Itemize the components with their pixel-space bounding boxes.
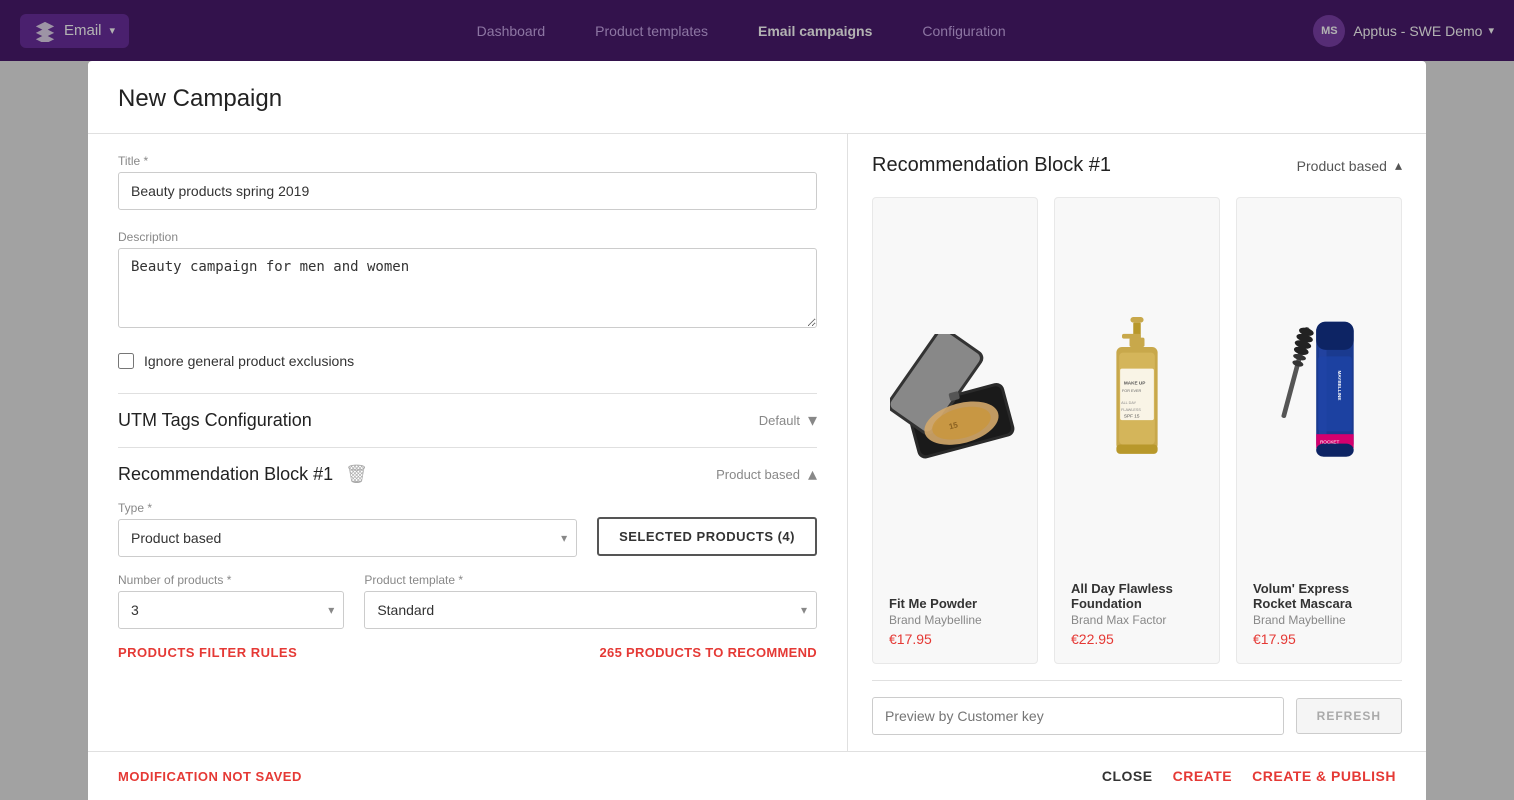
modal-footer: MODIFICATION NOT SAVED CLOSE CREATE CREA… <box>88 751 1426 800</box>
powder-image: 15 <box>890 334 1020 464</box>
modal-title: New Campaign <box>118 85 1396 113</box>
utm-chevron-icon: ▾ <box>808 410 817 431</box>
utm-badge-row: Default ▾ <box>759 410 817 431</box>
create-button[interactable]: CREATE <box>1173 768 1233 784</box>
type-label: Type * <box>118 501 577 515</box>
product-name-3: Volum' Express Rocket Mascara <box>1253 581 1385 611</box>
rec-block-chevron-icon: ▴ <box>808 464 817 485</box>
type-col: Type * Product based ▾ <box>118 501 577 557</box>
description-label: Description <box>118 230 817 244</box>
left-panel: Title * Description Ignore general produ… <box>88 134 848 751</box>
product-card-3: MAYBELLINE ROCKET Volum' Express Rocket … <box>1236 197 1402 664</box>
checkbox-label: Ignore general product exclusions <box>144 353 354 369</box>
preview-customer-key-input[interactable] <box>872 697 1284 735</box>
selected-products-col: SELECTED PRODUCTS (4) <box>597 517 817 557</box>
selected-products-button[interactable]: SELECTED PRODUCTS (4) <box>597 517 817 556</box>
product-image-area-2: MAKE UP FOR EVER ALL DAY FLAWLESS SPF 15 <box>1071 214 1203 569</box>
preview-row: REFRESH <box>872 680 1402 751</box>
product-price-3: €17.95 <box>1253 631 1385 647</box>
num-products-label: Number of products * <box>118 573 344 587</box>
foundation-image: MAKE UP FOR EVER ALL DAY FLAWLESS SPF 15 <box>1097 317 1177 467</box>
product-brand-3: Brand Maybelline <box>1253 613 1385 627</box>
right-panel-chevron-icon: ▴ <box>1395 157 1402 174</box>
product-card-2: MAKE UP FOR EVER ALL DAY FLAWLESS SPF 15… <box>1054 197 1220 664</box>
svg-text:ALL DAY: ALL DAY <box>1121 401 1137 405</box>
right-badge-row: Product based ▴ <box>1297 157 1402 174</box>
product-image-area-3: MAYBELLINE ROCKET <box>1253 214 1385 569</box>
svg-text:FOR EVER: FOR EVER <box>1122 389 1141 393</box>
description-field-group: Description <box>118 230 817 333</box>
refresh-button[interactable]: REFRESH <box>1296 698 1402 734</box>
product-template-select-wrapper: Standard ▾ <box>364 591 817 629</box>
product-price-1: €17.95 <box>889 631 1021 647</box>
product-template-label: Product template * <box>364 573 817 587</box>
modal-header: New Campaign <box>88 61 1426 134</box>
utm-section-title: UTM Tags Configuration <box>118 410 312 431</box>
title-field-group: Title * <box>118 154 817 210</box>
type-select[interactable]: Product based <box>118 519 577 557</box>
title-input[interactable] <box>118 172 817 210</box>
modal-body: Title * Description Ignore general produ… <box>88 134 1426 751</box>
create-publish-button[interactable]: CREATE & PUBLISH <box>1252 768 1396 784</box>
right-title: Recommendation Block #1 <box>872 154 1111 177</box>
svg-text:FLAWLESS: FLAWLESS <box>1121 407 1141 411</box>
product-brand-1: Brand Maybelline <box>889 613 1021 627</box>
products-template-row: Number of products * 3 ▾ Product templat… <box>118 573 817 629</box>
rec-block-badge: Product based <box>716 467 800 482</box>
product-name-2: All Day Flawless Foundation <box>1071 581 1203 611</box>
footer-actions: CLOSE CREATE CREATE & PUBLISH <box>1102 768 1396 784</box>
modal: New Campaign Title * Description Ignore … <box>88 61 1426 800</box>
product-image-area-1: 15 <box>889 214 1021 584</box>
product-name-1: Fit Me Powder <box>889 596 1021 611</box>
close-button[interactable]: CLOSE <box>1102 768 1153 784</box>
svg-text:MAKE UP: MAKE UP <box>1124 380 1146 385</box>
right-header: Recommendation Block #1 Product based ▴ <box>872 154 1402 177</box>
right-badge-label: Product based <box>1297 158 1387 174</box>
trash-icon[interactable]: 🗑 <box>345 464 368 485</box>
rec-block-title-row: Recommendation Block #1 🗑 <box>118 464 368 485</box>
num-products-select-wrapper: 3 ▾ <box>118 591 344 629</box>
num-products-col: Number of products * 3 ▾ <box>118 573 344 629</box>
filter-links-row: PRODUCTS FILTER RULES 265 PRODUCTS TO RE… <box>118 645 817 660</box>
num-products-select[interactable]: 3 <box>118 591 344 629</box>
utm-badge: Default <box>759 413 800 428</box>
checkbox-row: Ignore general product exclusions <box>118 353 817 369</box>
right-panel: Recommendation Block #1 Product based ▴ <box>848 134 1426 751</box>
utm-section-header[interactable]: UTM Tags Configuration Default ▾ <box>118 393 817 447</box>
type-row: Type * Product based ▾ SELECTED PRODUCTS… <box>118 501 817 557</box>
products-count: 265 PRODUCTS TO RECOMMEND <box>600 645 817 660</box>
mascara-image: MAYBELLINE ROCKET <box>1264 317 1374 467</box>
rec-block-type-badge: Product based ▴ <box>716 464 817 485</box>
recommendation-block: Recommendation Block #1 🗑 Product based … <box>118 447 817 676</box>
svg-text:SPF 15: SPF 15 <box>1124 413 1140 418</box>
filter-rules-link[interactable]: PRODUCTS FILTER RULES <box>118 645 297 660</box>
svg-text:MAYBELLINE: MAYBELLINE <box>1337 370 1342 400</box>
product-cards: 15 Fit Me Powder Brand Maybelline €17.95 <box>872 197 1402 664</box>
description-textarea[interactable] <box>118 248 817 328</box>
not-saved-label: MODIFICATION NOT SAVED <box>118 769 302 784</box>
type-select-wrapper: Product based ▾ <box>118 519 577 557</box>
title-label: Title * <box>118 154 817 168</box>
rec-block-header: Recommendation Block #1 🗑 Product based … <box>118 464 817 485</box>
product-card-1: 15 Fit Me Powder Brand Maybelline €17.95 <box>872 197 1038 664</box>
product-template-select[interactable]: Standard <box>364 591 817 629</box>
product-price-2: €22.95 <box>1071 631 1203 647</box>
product-brand-2: Brand Max Factor <box>1071 613 1203 627</box>
rec-block-title: Recommendation Block #1 <box>118 464 333 485</box>
ignore-exclusions-checkbox[interactable] <box>118 353 134 369</box>
product-template-col: Product template * Standard ▾ <box>364 573 817 629</box>
